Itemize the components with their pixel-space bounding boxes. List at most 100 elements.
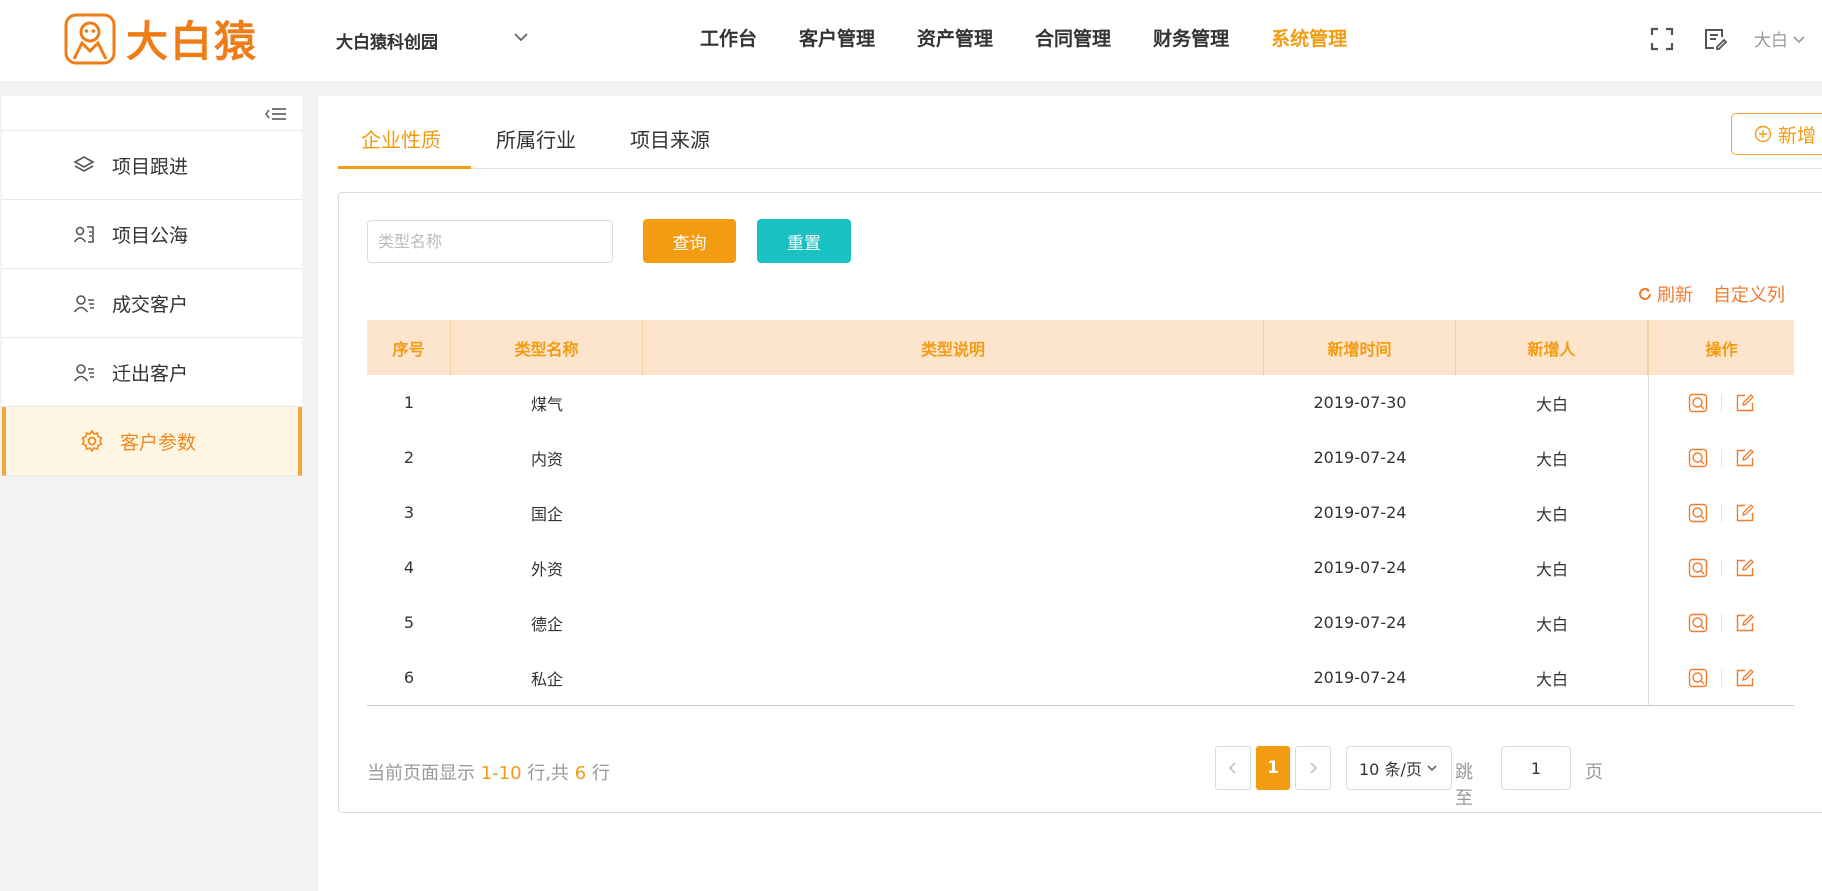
user-name: 大白	[1754, 31, 1788, 51]
sidebar-item-label: 项目跟进	[112, 155, 189, 178]
page-number-current[interactable]: 1	[1256, 746, 1290, 790]
contact-card-icon	[72, 222, 96, 246]
sidebar-item-moved-out-customers[interactable]: 迁出客户	[2, 338, 302, 407]
cell-creator: 大白	[1535, 669, 1568, 689]
pagination-summary: 当前页面显示 1-10 行,共 6 行	[367, 759, 610, 785]
view-icon[interactable]	[1687, 392, 1709, 414]
nav-item-asset[interactable]: 资产管理	[917, 24, 993, 51]
cell-creator: 大白	[1535, 394, 1568, 414]
column-header-type-desc: 类型说明	[643, 320, 1264, 375]
main-panel: 企业性质 所属行业 项目来源 新增 查询 重置 刷新 自定义列 序号	[318, 96, 1822, 891]
cell-type-name: 德企	[530, 614, 563, 634]
content-card: 查询 重置 刷新 自定义列 序号 类型名称 类型说明 新增时间 新增人 操作 1…	[338, 192, 1822, 813]
tab-enterprise-nature[interactable]: 企业性质	[361, 124, 441, 153]
sidebar: 项目跟进 项目公海 成交客户 迁出客户 客户参数	[2, 96, 302, 476]
notes-icon[interactable]	[1702, 26, 1728, 52]
tab-bar: 企业性质 所属行业 项目来源	[338, 96, 1822, 169]
view-icon[interactable]	[1687, 447, 1709, 469]
prev-page-button[interactable]	[1215, 746, 1251, 790]
cell-type-name: 外资	[530, 559, 563, 579]
collapse-menu-icon[interactable]	[264, 105, 288, 123]
edit-icon[interactable]	[1734, 612, 1756, 634]
column-header-index: 序号	[367, 320, 451, 375]
edit-icon[interactable]	[1734, 502, 1756, 524]
table-row: 4 外资 2019-07-24 大白	[367, 540, 1794, 595]
next-page-button[interactable]	[1295, 746, 1331, 790]
cell-actions	[1648, 540, 1794, 595]
cell-created-time: 2019-07-30	[1313, 393, 1407, 412]
page-unit-label: 页	[1585, 762, 1603, 783]
page-size-select[interactable]: 10 条/页	[1346, 746, 1452, 790]
nav-item-contract[interactable]: 合同管理	[1035, 24, 1111, 51]
nav-item-customer[interactable]: 客户管理	[799, 24, 875, 51]
action-divider	[1721, 448, 1722, 467]
edit-icon[interactable]	[1734, 447, 1756, 469]
tab-project-source[interactable]: 项目来源	[630, 124, 710, 153]
jump-page-input[interactable]	[1501, 746, 1571, 790]
user-menu[interactable]: 大白	[1754, 26, 1806, 51]
sidebar-item-project-pool[interactable]: 项目公海	[2, 200, 302, 269]
sidebar-item-project-follow[interactable]: 项目跟进	[2, 131, 302, 200]
cell-created-time: 2019-07-24	[1313, 503, 1407, 522]
action-divider	[1721, 503, 1722, 522]
tab-industry[interactable]: 所属行业	[496, 124, 576, 153]
table-body: 1 煤气 2019-07-30 大白 2 内资 2019-07-24 大白 3 国企 2019-07…	[367, 375, 1794, 706]
custom-columns-link[interactable]: 自定义列	[1713, 281, 1785, 307]
summary-prefix: 当前页面显示	[367, 763, 481, 784]
summary-middle: 行,共	[521, 763, 575, 784]
cell-actions	[1648, 595, 1794, 650]
gear-icon	[80, 429, 104, 453]
refresh-link[interactable]: 刷新	[1637, 281, 1693, 307]
chevron-down-icon[interactable]	[512, 28, 530, 46]
cell-created-time: 2019-07-24	[1313, 668, 1407, 687]
column-header-creator: 新增人	[1456, 320, 1648, 375]
column-header-created-time: 新增时间	[1264, 320, 1456, 375]
type-name-search-input[interactable]	[367, 220, 613, 263]
cell-type-desc	[643, 650, 1264, 705]
sidebar-item-closed-customers[interactable]: 成交客户	[2, 269, 302, 338]
table-row: 2 内资 2019-07-24 大白	[367, 430, 1794, 485]
view-icon[interactable]	[1687, 502, 1709, 524]
table-header: 序号 类型名称 类型说明 新增时间 新增人 操作	[367, 320, 1794, 375]
edit-icon[interactable]	[1734, 557, 1756, 579]
cell-type-desc	[643, 540, 1264, 595]
cell-index: 4	[403, 558, 415, 577]
nav-item-workbench[interactable]: 工作台	[700, 24, 757, 51]
query-button[interactable]: 查询	[643, 219, 736, 263]
cell-type-desc	[643, 430, 1264, 485]
cell-creator: 大白	[1535, 559, 1568, 579]
sidebar-collapse-bar	[2, 96, 302, 131]
main-nav: 工作台 客户管理 资产管理 合同管理 财务管理 系统管理	[700, 24, 1389, 51]
summary-total: 6	[574, 763, 587, 784]
nav-item-finance[interactable]: 财务管理	[1153, 24, 1229, 51]
fullscreen-icon[interactable]	[1649, 26, 1675, 52]
edit-icon[interactable]	[1734, 667, 1756, 689]
cell-type-name: 国企	[530, 504, 563, 524]
view-icon[interactable]	[1687, 557, 1709, 579]
sidebar-item-customer-params[interactable]: 客户参数	[2, 407, 302, 476]
brand-logo[interactable]: 大白猿	[64, 8, 258, 69]
cell-index: 6	[403, 668, 415, 687]
data-table: 序号 类型名称 类型说明 新增时间 新增人 操作 1 煤气 2019-07-30 大白…	[367, 320, 1794, 706]
edit-icon[interactable]	[1734, 392, 1756, 414]
sidebar-item-label: 项目公海	[112, 224, 189, 247]
cell-created-time: 2019-07-24	[1313, 558, 1407, 577]
sidebar-item-label: 迁出客户	[112, 362, 189, 385]
cell-type-name: 内资	[530, 449, 563, 469]
layers-icon	[72, 153, 96, 177]
summary-suffix: 行	[586, 763, 610, 784]
view-icon[interactable]	[1687, 667, 1709, 689]
view-icon[interactable]	[1687, 612, 1709, 634]
reset-button[interactable]: 重置	[757, 219, 851, 263]
add-button[interactable]: 新增	[1731, 113, 1822, 155]
cell-actions	[1648, 430, 1794, 485]
sidebar-item-label: 成交客户	[112, 293, 189, 316]
action-divider	[1721, 393, 1722, 412]
park-selector-label[interactable]: 大白猿科创园	[336, 28, 438, 53]
table-row: 3 国企 2019-07-24 大白	[367, 485, 1794, 540]
chevron-right-icon	[1310, 762, 1318, 774]
nav-item-system[interactable]: 系统管理	[1271, 24, 1347, 51]
page-size-value: 10 条/页	[1359, 760, 1422, 779]
ape-logo-icon	[64, 13, 116, 64]
cell-creator: 大白	[1535, 449, 1568, 469]
